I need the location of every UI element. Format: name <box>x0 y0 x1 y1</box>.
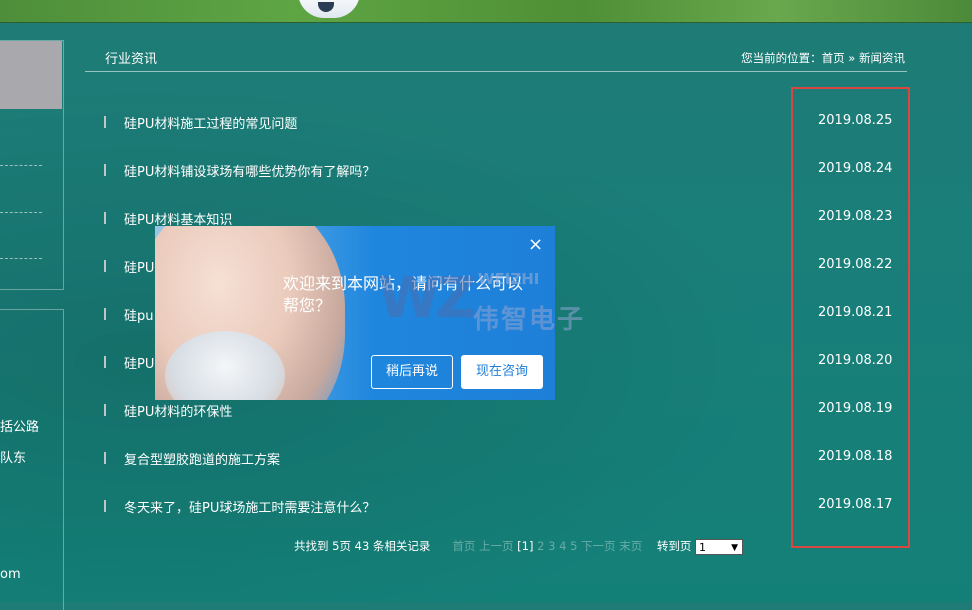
pagination-page-link[interactable]: 5 <box>570 539 577 553</box>
close-icon[interactable]: × <box>528 234 543 255</box>
banner-grass-image <box>0 0 972 23</box>
list-bullet-icon <box>104 356 106 368</box>
pagination-page-link[interactable]: 3 <box>548 539 555 553</box>
list-bullet-icon <box>104 116 106 128</box>
breadcrumb-home-link[interactable]: 首页 <box>822 51 845 65</box>
goto-page-label: 转到页 <box>656 539 692 553</box>
watermark-logo-name: 伟智电子 <box>473 305 586 335</box>
news-item: 复合型塑胶跑道的施工方案 2019.08.18 <box>100 434 900 482</box>
sidebar-contact-address-2: 队东 <box>0 451 27 466</box>
pagination-first-link[interactable]: 首页 <box>452 538 475 554</box>
sidebar-menu-active-item[interactable] <box>0 41 62 109</box>
pagination: 共找到 5页 43 条相关记录 首页 上一页 [1] 2 3 4 5 下一页 末… <box>294 538 743 555</box>
breadcrumb: 您当前的位置：首页 » 新闻资讯 <box>741 50 905 66</box>
list-bullet-icon <box>104 260 106 272</box>
pagination-prev-link[interactable]: 上一页 <box>479 538 514 554</box>
pagination-current-page: [1] <box>517 539 534 553</box>
sidebar-divider <box>0 212 42 213</box>
news-title-link[interactable]: 硅PU材料施工过程的常见问题 <box>124 113 297 132</box>
breadcrumb-prefix: 您当前的位置： <box>741 51 822 65</box>
pagination-page-link[interactable]: 4 <box>559 539 566 553</box>
pagination-page-link[interactable]: 2 <box>537 539 544 553</box>
list-bullet-icon <box>104 212 106 224</box>
news-title-link[interactable]: 硅pu <box>124 305 154 324</box>
list-bullet-icon <box>104 308 106 320</box>
sidebar-contact-address: 括公路 <box>0 420 40 435</box>
breadcrumb-separator: » <box>848 51 856 65</box>
list-bullet-icon <box>104 164 106 176</box>
news-item: 硅PU材料施工过程的常见问题 2019.08.25 <box>100 98 900 146</box>
news-title-link[interactable]: 冬天来了，硅PU球场施工时需要注意什么？ <box>124 497 375 516</box>
pagination-next-link[interactable]: 下一页 <box>581 538 616 554</box>
news-title-link[interactable]: 复合型塑胶跑道的施工方案 <box>124 449 280 468</box>
news-title-link[interactable]: 硅PU <box>124 257 154 276</box>
category-title: 行业资讯 <box>105 52 158 67</box>
consult-now-button[interactable]: 现在咨询 <box>461 355 543 389</box>
sidebar-menu-box <box>0 40 64 290</box>
breadcrumb-current-link[interactable]: 新闻资讯 <box>859 51 905 65</box>
header-divider <box>85 71 907 72</box>
watermark-logo: WZ WEIZHI 伟智电子 <box>378 266 598 336</box>
sidebar-divider <box>0 258 42 259</box>
news-title-link[interactable]: 硅PU <box>124 353 154 372</box>
later-button[interactable]: 稍后再说 <box>371 355 453 389</box>
pagination-last-link[interactable]: 末页 <box>619 538 642 554</box>
list-bullet-icon <box>104 452 106 464</box>
goto-page-select[interactable]: 1 ▼ <box>695 538 743 555</box>
date-highlight-box <box>791 87 910 548</box>
sidebar-contact-website: om <box>0 567 21 582</box>
news-title-link[interactable]: 硅PU材料的环保性 <box>124 401 232 420</box>
news-item: 硅PU材料铺设球场有哪些优势你有了解吗？ 2019.08.24 <box>100 146 900 194</box>
news-title-link[interactable]: 硅PU材料铺设球场有哪些优势你有了解吗？ <box>124 161 375 180</box>
list-bullet-icon <box>104 500 106 512</box>
goto-page-selected-value: 1 <box>699 540 706 554</box>
watermark-logo-top: WEIZHI <box>478 270 540 288</box>
pagination-summary: 共找到 5页 43 条相关记录 <box>294 539 431 553</box>
watermark-logo-mark: WZ <box>378 266 476 331</box>
news-item: 冬天来了，硅PU球场施工时需要注意什么？ 2019.08.17 <box>100 482 900 530</box>
dropdown-arrow-icon: ▼ <box>731 542 738 553</box>
list-bullet-icon <box>104 404 106 416</box>
sidebar-divider <box>0 165 42 166</box>
